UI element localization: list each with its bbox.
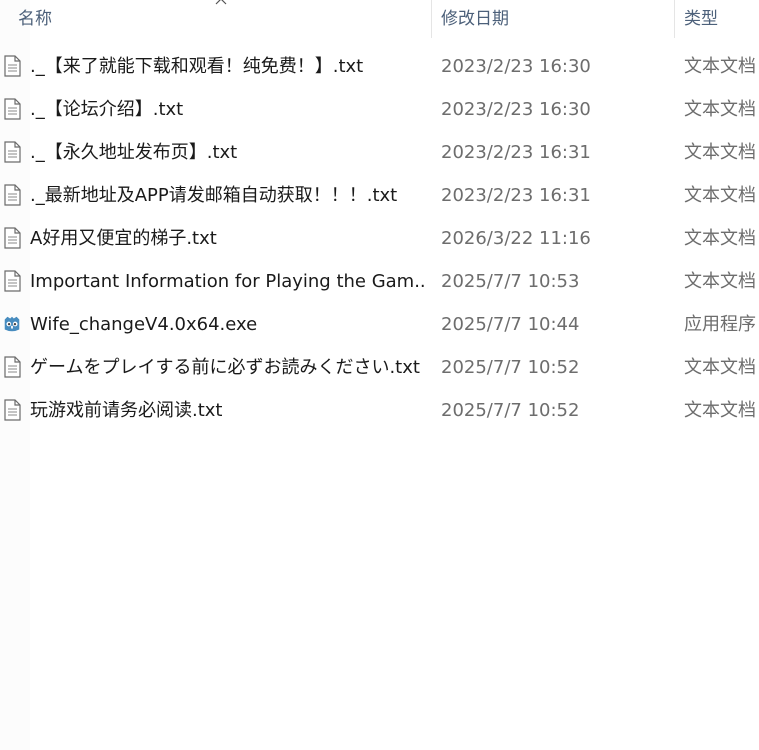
file-row[interactable]: Important Information for Playing the Ga…: [0, 260, 759, 303]
column-header-type[interactable]: 类型: [684, 0, 759, 38]
file-name: 玩游戏前请务必阅读.txt: [30, 400, 223, 421]
file-date-modified: 2025/7/7 10:44: [441, 314, 580, 335]
file-name: A好用又便宜的梯子.txt: [30, 228, 217, 249]
column-header-date-modified[interactable]: 修改日期: [441, 0, 671, 38]
text-file-icon: [4, 356, 21, 378]
file-row[interactable]: ._【论坛介绍】.txt 2023/2/23 16:30 文本文档: [0, 88, 759, 131]
text-file-icon: [4, 98, 21, 120]
file-date-modified: 2023/2/23 16:30: [441, 56, 591, 77]
file-row[interactable]: A好用又便宜的梯子.txt 2026/3/22 11:16 文本文档: [0, 217, 759, 260]
file-row[interactable]: ._【永久地址发布页】.txt 2023/2/23 16:31 文本文档: [0, 131, 759, 174]
file-type: 应用程序: [684, 314, 756, 335]
file-type: 文本文档: [684, 400, 756, 421]
file-type: 文本文档: [684, 357, 756, 378]
file-type: 文本文档: [684, 271, 756, 292]
file-date-modified: 2023/2/23 16:31: [441, 142, 591, 163]
file-list: ._【来了就能下载和观看！纯免费！】.txt 2023/2/23 16:30 文…: [0, 45, 759, 432]
text-file-icon: [4, 184, 21, 206]
file-date-modified: 2025/7/7 10:53: [441, 271, 580, 292]
file-type: 文本文档: [684, 142, 756, 163]
file-type: 文本文档: [684, 185, 756, 206]
column-divider[interactable]: [431, 0, 432, 38]
chevron-up-icon: [215, 0, 227, 5]
file-name: ゲームをプレイする前に必ずお読みください.txt: [30, 357, 420, 378]
file-name: ._最新地址及APP请发邮箱自动获取！！！.txt: [30, 185, 398, 206]
file-row[interactable]: ._【来了就能下载和观看！纯免费！】.txt 2023/2/23 16:30 文…: [0, 45, 759, 88]
file-date-modified: 2025/7/7 10:52: [441, 357, 580, 378]
file-date-modified: 2023/2/23 16:31: [441, 185, 591, 206]
file-name: Important Information for Playing the Ga…: [30, 271, 425, 292]
file-name: ._【论坛介绍】.txt: [30, 99, 184, 120]
godot-app-icon: [4, 316, 20, 332]
file-date-modified: 2026/3/22 11:16: [441, 228, 591, 249]
text-file-icon: [4, 399, 21, 421]
file-date-modified: 2023/2/23 16:30: [441, 99, 591, 120]
file-name: ._【永久地址发布页】.txt: [30, 142, 238, 163]
file-row[interactable]: Wife_changeV4.0x64.exe 2025/7/7 10:44 应用…: [0, 303, 759, 346]
column-header-bar: 名称 修改日期 类型: [0, 0, 759, 38]
text-file-icon: [4, 55, 21, 77]
file-type: 文本文档: [684, 99, 756, 120]
column-divider[interactable]: [674, 0, 675, 38]
file-name: ._【来了就能下载和观看！纯免费！】.txt: [30, 56, 364, 77]
text-file-icon: [4, 141, 21, 163]
file-row[interactable]: ゲームをプレイする前に必ずお読みください.txt 2025/7/7 10:52 …: [0, 346, 759, 389]
file-type: 文本文档: [684, 56, 756, 77]
file-type: 文本文档: [684, 228, 756, 249]
text-file-icon: [4, 270, 21, 292]
text-file-icon: [4, 227, 21, 249]
file-row[interactable]: 玩游戏前请务必阅读.txt 2025/7/7 10:52 文本文档: [0, 389, 759, 432]
file-date-modified: 2025/7/7 10:52: [441, 400, 580, 421]
file-explorer-window: 名称 修改日期 类型 ._【来了就能下载和观看！纯免费！】.txt 2023/2…: [0, 0, 759, 750]
file-name: Wife_changeV4.0x64.exe: [30, 314, 258, 335]
file-row[interactable]: ._最新地址及APP请发邮箱自动获取！！！.txt 2023/2/23 16:3…: [0, 174, 759, 217]
